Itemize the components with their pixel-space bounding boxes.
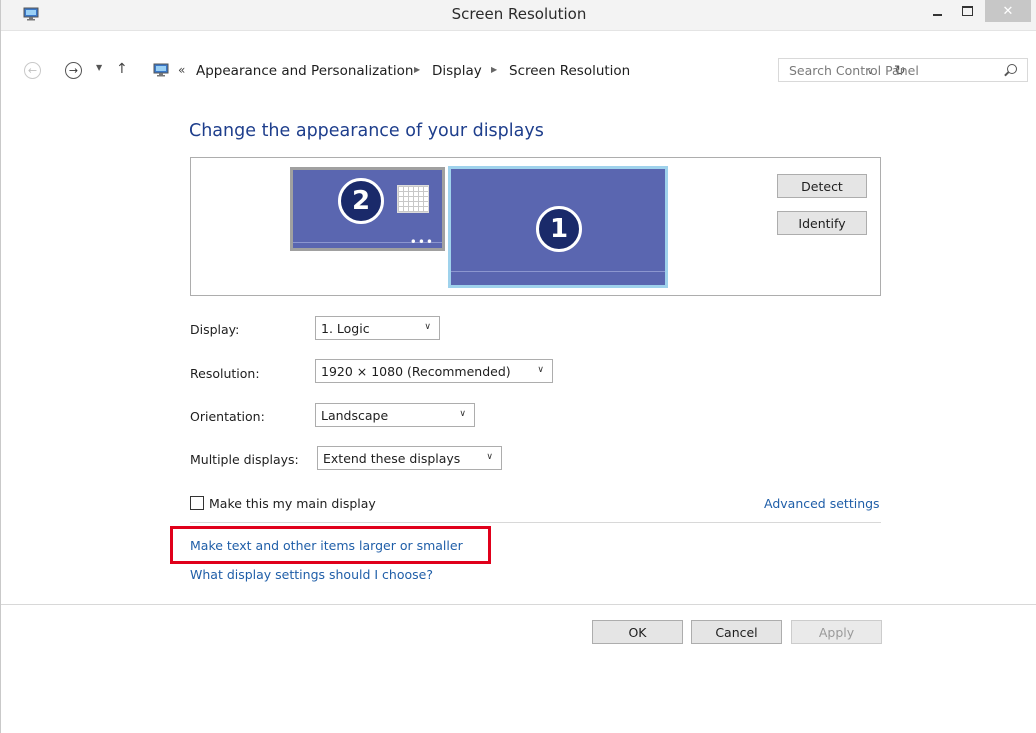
breadcrumb-arrow-icon[interactable]: ▶: [414, 65, 420, 74]
section-divider: [190, 522, 881, 523]
forward-arrow-icon: →: [68, 64, 79, 77]
close-button[interactable]: ✕: [985, 0, 1031, 22]
search-box[interactable]: [778, 58, 1028, 82]
main-display-checkbox[interactable]: [190, 496, 204, 510]
title-bar[interactable]: Screen Resolution ✕: [1, 0, 1036, 31]
page-title: Change the appearance of your displays: [189, 121, 544, 141]
minimize-button[interactable]: [923, 0, 951, 22]
ok-button[interactable]: OK: [592, 620, 683, 644]
main-display-label[interactable]: Make this my main display: [209, 496, 376, 511]
monitor-1[interactable]: 1: [448, 166, 668, 288]
resolution-label: Resolution:: [190, 366, 260, 381]
maximize-button[interactable]: [953, 0, 981, 22]
resolution-select-value: 1920 × 1080 (Recommended): [321, 364, 511, 379]
chevron-down-icon: ∨: [537, 365, 544, 375]
breadcrumb-display[interactable]: Display: [432, 63, 482, 79]
detect-button[interactable]: Detect: [777, 174, 867, 198]
close-icon: ✕: [1002, 3, 1014, 19]
chevron-down-icon: ▼: [96, 63, 103, 72]
forward-button[interactable]: →: [65, 62, 82, 79]
up-arrow-icon: ↑: [116, 61, 128, 77]
screen-resolution-window: Screen Resolution ✕ ← → ▼ ↑ « Appearance…: [0, 0, 1036, 733]
search-input[interactable]: [789, 63, 989, 78]
multiple-displays-label: Multiple displays:: [190, 452, 299, 467]
cancel-button[interactable]: Cancel: [691, 620, 782, 644]
window-title: Screen Resolution: [451, 5, 587, 23]
breadcrumb-screen-resolution[interactable]: Screen Resolution: [509, 63, 630, 79]
display-help-link[interactable]: What display settings should I choose?: [190, 567, 433, 582]
footer-divider: [1, 604, 1036, 605]
breadcrumb-appearance[interactable]: Appearance and Personalization: [196, 63, 413, 79]
multiple-displays-select[interactable]: Extend these displays ∨: [317, 446, 502, 470]
back-button[interactable]: ←: [24, 62, 41, 79]
search-icon[interactable]: [1007, 64, 1017, 74]
orientation-label: Orientation:: [190, 409, 265, 424]
multiple-displays-select-value: Extend these displays: [323, 451, 461, 466]
chevron-down-icon: ∨: [459, 409, 466, 419]
minimize-icon: [932, 14, 942, 16]
orientation-select-value: Landscape: [321, 408, 389, 423]
breadcrumb-overflow-button[interactable]: «: [178, 63, 185, 77]
display-label: Display:: [190, 322, 240, 337]
keyboard-icon: [397, 185, 429, 213]
back-arrow-icon: ←: [27, 64, 38, 77]
chevron-down-icon: ∨: [424, 322, 431, 332]
up-button[interactable]: ↑: [116, 61, 128, 77]
apply-button[interactable]: Apply: [791, 620, 882, 644]
more-options-icon: •••: [409, 235, 434, 249]
advanced-settings-link[interactable]: Advanced settings: [764, 496, 880, 511]
display-select[interactable]: 1. Logic ∨: [315, 316, 440, 340]
navigation-bar: ← → ▼ ↑ « Appearance and Personalization…: [1, 56, 1036, 88]
identify-button[interactable]: Identify: [777, 211, 867, 235]
address-bar[interactable]: « Appearance and Personalization ▶ Displ…: [151, 59, 906, 83]
monitor-arrangement-panel: 2 ••• 1 Detect Identify: [190, 157, 881, 296]
monitor-1-number: 1: [536, 206, 582, 252]
monitor-2-number: 2: [338, 178, 384, 224]
maximize-icon: [961, 6, 973, 16]
control-panel-display-icon: [153, 63, 169, 77]
monitor-2[interactable]: 2 •••: [290, 167, 445, 251]
highlight-box: [170, 526, 491, 564]
orientation-select[interactable]: Landscape ∨: [315, 403, 475, 427]
display-select-value: 1. Logic: [321, 321, 370, 336]
recent-locations-button[interactable]: ▼: [96, 63, 102, 72]
resolution-select[interactable]: 1920 × 1080 (Recommended) ∨: [315, 359, 553, 383]
breadcrumb-arrow-icon[interactable]: ▶: [491, 65, 497, 74]
chevron-down-icon: ∨: [486, 452, 493, 462]
monitor-1-taskbar: [451, 271, 665, 272]
